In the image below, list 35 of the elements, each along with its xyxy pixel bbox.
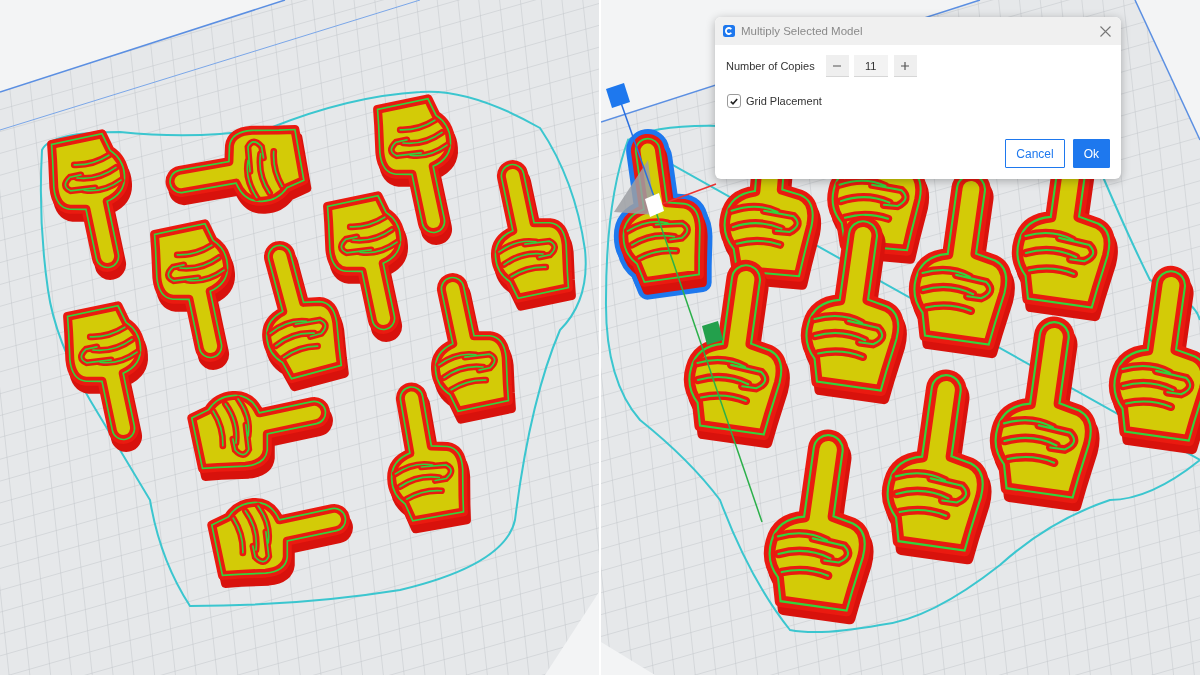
hand-model[interactable] — [47, 129, 132, 280]
hand-model[interactable] — [387, 382, 471, 534]
hand-model[interactable] — [187, 390, 333, 481]
hand-model[interactable] — [763, 429, 874, 625]
grid-placement-label: Grid Placement — [746, 95, 822, 107]
close-icon — [1100, 25, 1111, 37]
copies-field[interactable]: 11 — [853, 55, 888, 77]
hand-model[interactable] — [989, 316, 1100, 512]
hand-model[interactable] — [430, 273, 516, 424]
gizmo-handle[interactable] — [606, 83, 630, 108]
hand-model[interactable] — [150, 219, 235, 370]
hand-model[interactable] — [683, 259, 790, 449]
cancel-button[interactable]: Cancel — [1005, 139, 1065, 168]
confirm-button[interactable]: Ok — [1072, 139, 1110, 168]
hand-model[interactable] — [800, 215, 907, 405]
check-icon — [730, 97, 738, 105]
plus-icon — [901, 61, 910, 70]
hand-model[interactable] — [1108, 265, 1200, 455]
hand-model[interactable] — [262, 240, 349, 392]
copies-label: Number of Copies — [726, 60, 815, 72]
increment-button[interactable] — [893, 55, 917, 77]
hand-model[interactable] — [881, 369, 992, 565]
grid-placement-checkbox[interactable] — [727, 94, 741, 108]
gizmo-axis-line — [661, 183, 717, 205]
hand-model[interactable] — [323, 191, 409, 342]
app-logo-icon — [723, 25, 735, 37]
gizmo-handle[interactable] — [702, 321, 723, 345]
dialog-title: Multiply Selected Model — [741, 25, 864, 37]
hand-model[interactable] — [207, 497, 353, 588]
hand-model[interactable] — [490, 160, 576, 311]
close-button[interactable] — [1098, 23, 1113, 39]
gizmo-handle[interactable] — [645, 193, 664, 217]
hand-model[interactable] — [165, 125, 312, 214]
decrement-button[interactable] — [825, 55, 849, 77]
hand-model[interactable] — [63, 301, 148, 452]
